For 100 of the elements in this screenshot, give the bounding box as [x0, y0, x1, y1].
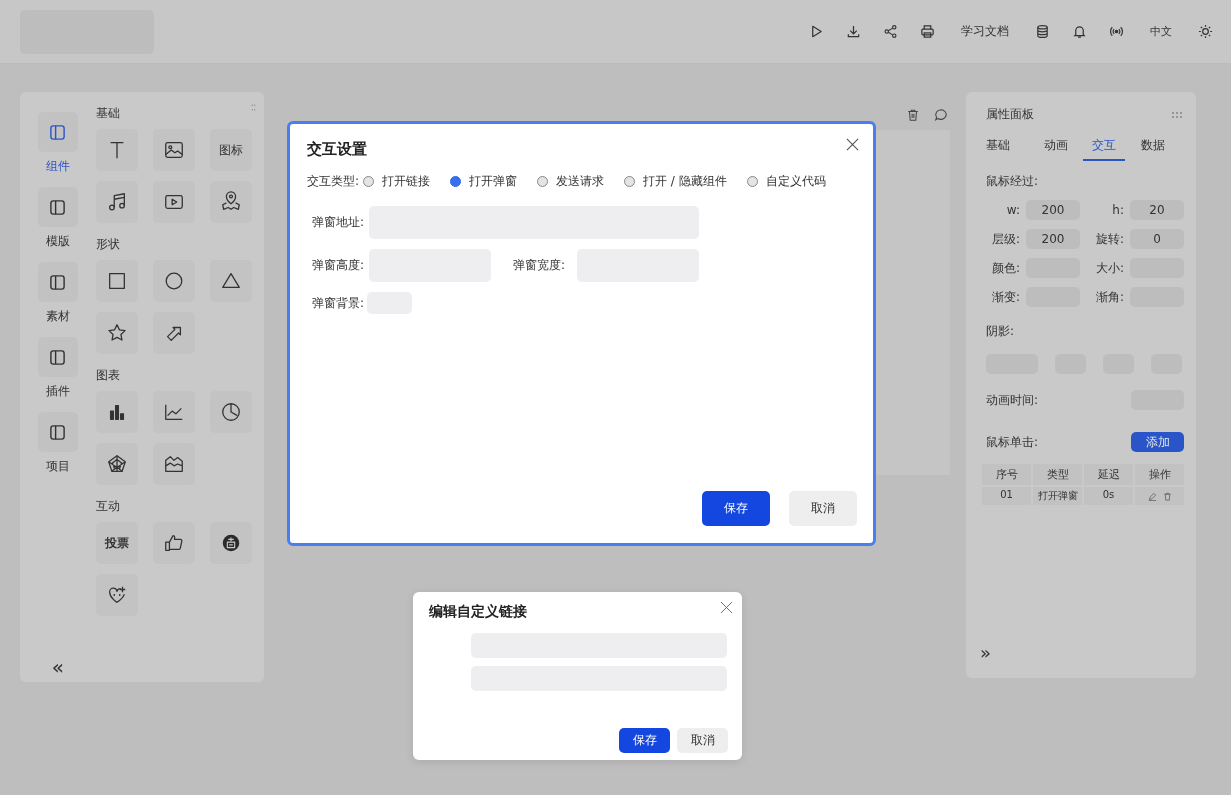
component-tile[interactable] [209, 181, 252, 223]
field-label: 交互类型: [307, 173, 360, 190]
column-header: 序号 [982, 464, 1031, 485]
radio-option[interactable]: 发送请求 [537, 173, 605, 190]
component-tile[interactable] [95, 443, 138, 485]
panel-icon [49, 198, 67, 216]
save-button[interactable]: 保存 [702, 491, 770, 526]
component-tile[interactable] [152, 443, 195, 485]
field-label: 弹窗高度: [311, 257, 366, 274]
share-icon[interactable] [883, 24, 898, 39]
field-label: 渐变: [991, 288, 1020, 306]
area-chart-icon [162, 453, 185, 475]
docs-link[interactable]: 学习文档 [961, 23, 1009, 40]
bell-icon[interactable] [1072, 24, 1087, 39]
component-tile[interactable] [95, 574, 138, 616]
radio-button[interactable] [363, 176, 375, 187]
component-tile[interactable] [152, 129, 195, 171]
radar-chart-icon [105, 453, 128, 475]
field-label: 大小: [1095, 259, 1124, 277]
section-title: 形状 [95, 237, 120, 251]
field-label: 旋转: [1095, 230, 1124, 248]
panel-icon [49, 273, 67, 291]
radio-option[interactable]: 打开弹窗 [450, 173, 518, 190]
field-label: 弹窗背景: [311, 294, 366, 312]
save-button[interactable]: 保存 [619, 728, 670, 753]
thumbs-up-icon [162, 532, 185, 554]
component-tile[interactable] [95, 129, 138, 171]
component-tile[interactable] [95, 260, 138, 302]
radio-option[interactable]: 自定义代码 [746, 173, 826, 190]
table-cell: 01 [982, 487, 1031, 505]
database-icon[interactable] [1035, 24, 1050, 39]
field-label: 动画时间: [986, 391, 1039, 409]
component-tile[interactable] [152, 260, 195, 302]
sun-icon[interactable] [1198, 24, 1213, 39]
trash-icon[interactable] [1162, 491, 1172, 501]
tab[interactable]: 交互 [1083, 137, 1126, 161]
field-label: h: [1112, 203, 1124, 217]
panel-icon [49, 423, 67, 441]
collapse-button[interactable]: « [51, 657, 64, 677]
component-tile[interactable] [152, 181, 195, 223]
drag-handle-icon[interactable] [251, 104, 256, 111]
input-field[interactable]: 200 [1026, 200, 1080, 220]
input-field[interactable]: 20 [1130, 200, 1184, 220]
expand-button[interactable]: » [980, 644, 991, 662]
tab[interactable]: 基础 [986, 137, 1028, 161]
field-label: 渐角: [1095, 288, 1124, 306]
section-title: 基础 [95, 106, 120, 120]
component-tile[interactable] [95, 312, 138, 354]
radio-button[interactable] [624, 176, 636, 187]
field-label: 弹窗宽度: [512, 257, 567, 274]
language-link[interactable]: 中文 [1150, 24, 1172, 39]
column-header: 类型 [1033, 464, 1082, 485]
field-label: 颜色: [991, 259, 1020, 277]
trash-icon[interactable] [906, 108, 920, 122]
column-header: 延迟 [1084, 464, 1133, 485]
section-title: 图表 [95, 368, 120, 382]
tab[interactable]: 动画 [1034, 137, 1077, 161]
input-field[interactable]: 0 [1130, 229, 1184, 249]
pie-chart-icon [219, 401, 242, 423]
component-tile[interactable] [209, 260, 252, 302]
component-tile[interactable]: 投票 [95, 522, 138, 564]
print-icon[interactable] [920, 24, 935, 39]
section-label: 鼠标单击: [986, 433, 1039, 451]
add-button[interactable]: 添加 [1131, 432, 1184, 452]
comment-icon[interactable] [934, 108, 948, 122]
cancel-button[interactable]: 取消 [677, 728, 728, 753]
close-icon[interactable] [846, 138, 859, 151]
panel-icon [49, 348, 67, 366]
input-field[interactable]: 200 [1026, 229, 1080, 249]
radio-button[interactable] [537, 176, 549, 187]
play-icon[interactable] [809, 24, 824, 39]
section-label: 鼠标经过: [986, 173, 1040, 190]
radio-button[interactable] [450, 176, 462, 187]
component-tile[interactable] [95, 181, 138, 223]
component-tile[interactable] [209, 522, 252, 564]
panel-icon [49, 123, 67, 141]
dialog-title: 交互设置 [307, 140, 367, 159]
image-icon [162, 139, 185, 161]
tab[interactable]: 数据 [1131, 137, 1174, 161]
broadcast-icon[interactable] [1109, 24, 1124, 39]
radio-option[interactable]: 打开 / 隐藏组件 [624, 173, 727, 190]
component-tile[interactable] [209, 391, 252, 433]
field-label: 弹窗地址: [311, 214, 366, 231]
map-pin-icon [219, 191, 242, 213]
section-title: 互动 [95, 499, 120, 513]
component-tile[interactable]: 图标 [209, 129, 252, 171]
panel-title: 属性面板 [986, 106, 1034, 123]
column-header: 操作 [1135, 464, 1184, 485]
component-tile[interactable] [152, 522, 195, 564]
close-icon[interactable] [720, 601, 733, 614]
component-tile[interactable] [95, 391, 138, 433]
component-tile[interactable] [152, 312, 195, 354]
component-tile[interactable] [152, 391, 195, 433]
radio-button[interactable] [746, 176, 758, 187]
section-label: 阴影: [986, 323, 1016, 340]
table-cell: 0s [1084, 487, 1133, 505]
radio-option[interactable]: 打开链接 [363, 173, 431, 190]
cancel-button[interactable]: 取消 [789, 491, 857, 526]
download-icon[interactable] [846, 24, 861, 39]
dialog-title: 编辑自定义链接 [429, 603, 527, 621]
